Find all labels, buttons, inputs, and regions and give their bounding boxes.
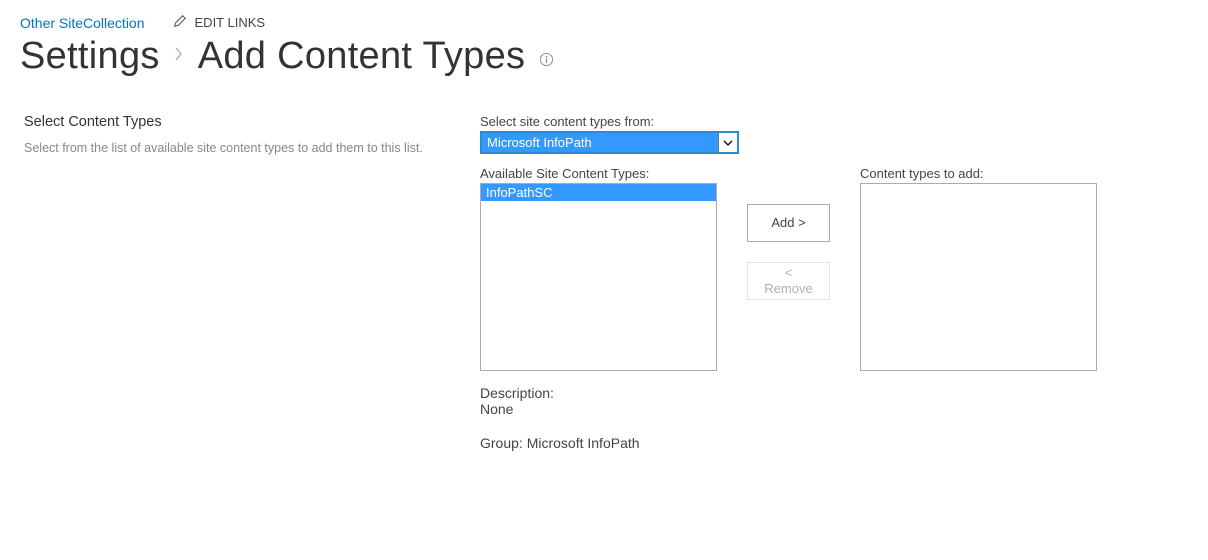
remove-button: < Remove bbox=[747, 262, 830, 300]
page-title: Add Content Types bbox=[198, 35, 526, 78]
add-button[interactable]: Add > bbox=[747, 204, 830, 242]
content-type-group-select[interactable]: Microsoft InfoPath bbox=[480, 131, 739, 154]
chevron-right-icon bbox=[174, 46, 184, 67]
available-content-types-list[interactable]: InfoPathSC bbox=[480, 183, 717, 371]
section-title: Select Content Types bbox=[24, 114, 460, 130]
description-label: Description: bbox=[480, 385, 717, 401]
breadcrumb-settings[interactable]: Settings bbox=[20, 35, 160, 78]
remove-button-arrow: < bbox=[785, 265, 793, 280]
list-item[interactable]: InfoPathSC bbox=[481, 184, 716, 201]
group-label: Group: bbox=[480, 435, 527, 451]
toadd-label: Content types to add: bbox=[860, 166, 1097, 181]
breadcrumb: Settings Add Content Types bbox=[20, 35, 1188, 78]
info-icon[interactable] bbox=[539, 44, 554, 70]
content-types-to-add-list[interactable] bbox=[860, 183, 1097, 371]
pencil-icon bbox=[173, 14, 187, 31]
select-value: Microsoft InfoPath bbox=[482, 133, 718, 152]
site-collection-link[interactable]: Other SiteCollection bbox=[20, 15, 145, 31]
group-value: Microsoft InfoPath bbox=[527, 435, 640, 451]
edit-links-label: EDIT LINKS bbox=[195, 15, 266, 30]
remove-button-label: Remove bbox=[764, 281, 812, 296]
edit-links-button[interactable]: EDIT LINKS bbox=[173, 14, 266, 31]
select-from-label: Select site content types from: bbox=[480, 114, 1188, 129]
chevron-down-icon bbox=[718, 133, 737, 152]
section-description: Select from the list of available site c… bbox=[24, 140, 424, 158]
description-value: None bbox=[480, 401, 717, 417]
available-label: Available Site Content Types: bbox=[480, 166, 717, 181]
